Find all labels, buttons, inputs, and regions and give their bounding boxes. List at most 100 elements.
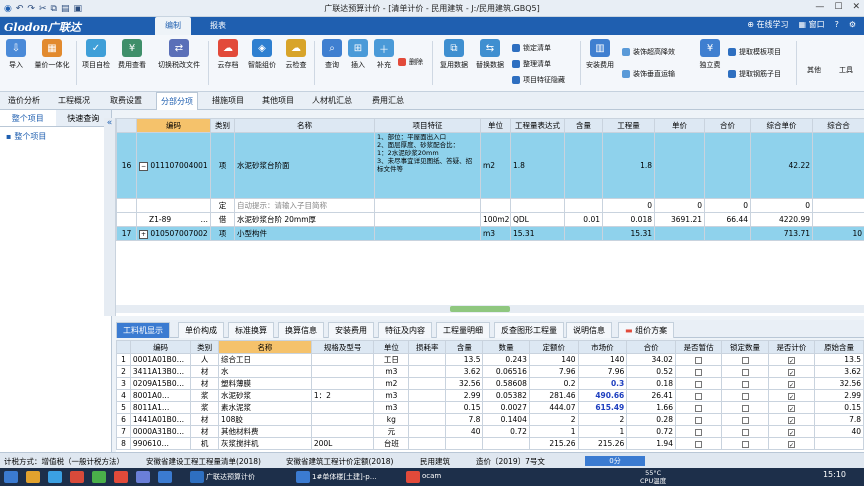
cell-content[interactable] <box>564 226 603 241</box>
cell-orig[interactable]: 0.15 <box>814 401 864 414</box>
close-button[interactable]: ✕ <box>852 2 860 12</box>
col-loss[interactable]: 损耗率 <box>408 340 447 354</box>
quantity-price-button[interactable]: ▦ 量价一体化 <box>32 39 72 70</box>
install-fee-button[interactable]: ▥ 安装费用 <box>582 39 618 70</box>
gcl-task-icon[interactable] <box>296 471 310 483</box>
cell-name[interactable]: 水泥砂浆 <box>218 389 312 402</box>
cell-est[interactable] <box>674 365 723 378</box>
cell-num[interactable] <box>482 437 530 450</box>
expand-box-icon[interactable]: + <box>139 230 149 239</box>
cell-type[interactable]: 人 <box>190 353 220 366</box>
delete-button[interactable]: 删除 <box>398 57 423 67</box>
col-total[interactable]: 合价 <box>704 118 751 133</box>
cell-est[interactable] <box>674 353 723 366</box>
table-row[interactable]: Z1-89 … 借 水泥砂浆台阶 20mm厚 100m2 QDL 0.01 0.… <box>116 212 864 227</box>
cell-sum[interactable] <box>812 132 864 199</box>
col-code[interactable]: 编码 <box>136 118 211 133</box>
cell-amount[interactable]: 0.018 <box>602 212 655 227</box>
cell-total[interactable]: 26.41 <box>626 389 676 402</box>
lock-checkbox[interactable] <box>741 416 749 424</box>
tab-price-composition[interactable]: 单价构成 <box>178 322 224 338</box>
tab-standard-conversion[interactable]: 标准换算 <box>228 322 274 338</box>
cell-priced[interactable] <box>767 353 816 366</box>
cell-lock[interactable] <box>721 425 769 438</box>
cell-code[interactable]: 3411A13B0… <box>129 365 192 378</box>
cell-spec[interactable] <box>310 401 375 414</box>
cell-price[interactable] <box>654 226 705 241</box>
cell-unit[interactable]: 工日 <box>373 353 410 366</box>
est-checkbox[interactable] <box>695 356 703 364</box>
collapse-box-icon[interactable]: − <box>139 162 149 171</box>
lock-checkbox[interactable] <box>741 440 749 448</box>
start-icon[interactable] <box>4 471 18 483</box>
tab-fee-summary[interactable]: 费用汇总 <box>372 92 404 110</box>
cell-name[interactable]: 综合工日 <box>218 353 312 366</box>
cell-expr[interactable]: QDL <box>510 212 565 227</box>
col-orig-content[interactable]: 原始含量 <box>814 340 864 354</box>
tab-pricing-plan[interactable]: ▬ 组价方案 <box>618 322 675 338</box>
app-icon-3[interactable] <box>114 471 128 483</box>
cell-expr[interactable]: 15.31 <box>510 226 565 241</box>
cell-feature[interactable] <box>374 212 481 227</box>
cell-market[interactable]: 490.66 <box>577 389 628 402</box>
cell-qty[interactable]: 7.8 <box>445 413 484 426</box>
lock-checkbox[interactable] <box>741 380 749 388</box>
cell-qty[interactable]: 40 <box>445 425 484 438</box>
est-checkbox[interactable] <box>695 428 703 436</box>
template-item-button[interactable]: 提取模板项目 <box>728 47 781 57</box>
col-quota-price[interactable]: 定额价 <box>528 340 579 354</box>
priced-checkbox[interactable] <box>787 392 795 400</box>
tab-quick-query[interactable]: 快速查询 <box>55 110 111 126</box>
cell-feature[interactable]: 1、部位：平屋面出入口 2、面层厚度、砂浆配合比： 1：2水泥砂浆20mm 3、… <box>374 132 481 199</box>
cell-name[interactable]: 水泥砂浆台阶面 <box>234 132 375 199</box>
cell-price[interactable] <box>654 132 705 199</box>
independent-fee-button[interactable]: ¥ 独立费 <box>694 39 726 70</box>
cell-sum[interactable]: 10 <box>812 226 864 241</box>
cell-type[interactable]: 项 <box>210 226 235 241</box>
tools-button[interactable]: 工具 <box>830 65 862 75</box>
cell-priced[interactable] <box>767 437 816 450</box>
col-estimate[interactable]: 是否暂估 <box>674 340 723 354</box>
cell-spec[interactable] <box>310 425 375 438</box>
cell-loss[interactable] <box>408 389 447 402</box>
cell-market[interactable]: 7.96 <box>577 365 628 378</box>
tab-quantity-detail[interactable]: 工程量明细 <box>436 322 490 338</box>
left-collapse-handle[interactable]: « <box>104 118 116 316</box>
cell-orig[interactable] <box>814 437 864 450</box>
col-lock-qty[interactable]: 锁定数量 <box>721 340 769 354</box>
cell-qty[interactable]: 2.99 <box>445 389 484 402</box>
cell-content[interactable]: 0.01 <box>564 212 603 227</box>
cell-total[interactable]: 0 <box>704 198 751 213</box>
cell-spec[interactable] <box>310 413 375 426</box>
cell-spec[interactable]: 1：2 <box>310 389 375 402</box>
maximize-button[interactable]: ☐ <box>834 2 842 12</box>
tab-other-items[interactable]: 其他项目 <box>262 92 294 110</box>
cell-code[interactable]: 990610… <box>129 437 192 450</box>
lock-checkbox[interactable] <box>741 428 749 436</box>
lock-list-button[interactable]: 锁定清单 <box>512 43 551 53</box>
tab-install-fee[interactable]: 安装费用 <box>328 322 374 338</box>
cell-type[interactable]: 借 <box>210 212 235 227</box>
cell-num[interactable]: 0.1404 <box>482 413 530 426</box>
cell-total[interactable]: 66.44 <box>704 212 751 227</box>
explorer-icon[interactable] <box>26 471 40 483</box>
cell-code[interactable]: 1441A01B0… <box>129 413 192 426</box>
cell-type[interactable]: 材 <box>190 365 220 378</box>
priced-checkbox[interactable] <box>787 368 795 376</box>
cell-amount[interactable]: 1.8 <box>602 132 655 199</box>
col-unit-total[interactable]: 综合单价 <box>750 118 813 133</box>
cell-est[interactable] <box>674 413 723 426</box>
cell-orig[interactable]: 3.62 <box>814 365 864 378</box>
cell-orig[interactable]: 7.8 <box>814 413 864 426</box>
cell-type[interactable]: 材 <box>190 425 220 438</box>
replace-data-button[interactable]: ⇆ 替换数据 <box>472 39 508 70</box>
cell-num[interactable]: 0.58608 <box>482 377 530 390</box>
ocam-task-icon[interactable] <box>406 471 420 483</box>
cell-unit[interactable]: m2 <box>480 132 511 199</box>
cell-total[interactable] <box>704 226 751 241</box>
cell-price[interactable]: 3691.21 <box>654 212 705 227</box>
cell-unit-total[interactable]: 42.22 <box>750 132 813 199</box>
task-gcl[interactable]: 1#单体楼[土建]-p… <box>312 472 377 482</box>
cell-unit[interactable]: m3 <box>480 226 511 241</box>
cloud-archive-button[interactable]: ☁ 云存档 <box>212 39 244 70</box>
